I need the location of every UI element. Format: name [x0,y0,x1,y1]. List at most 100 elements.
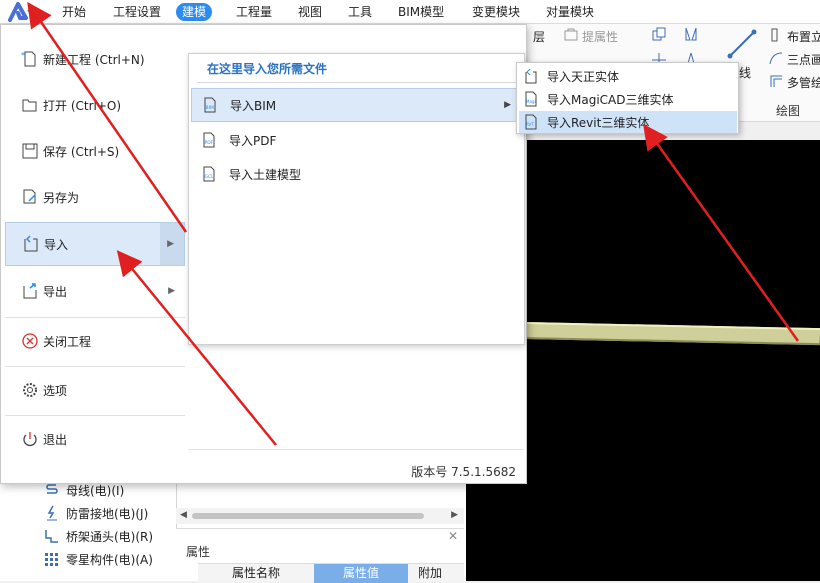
menu-item-exit[interactable]: 退出 [5,417,185,461]
copy-icon[interactable] [651,26,667,42]
tab-change-module[interactable]: 变更模块 [466,3,526,21]
svg-text:Magi: Magi [526,99,536,104]
properties-header-row: 属性名称 属性值 附加 [198,563,464,583]
tab-project-settings[interactable]: 工程设置 [107,3,167,21]
revit-icon: RVT [525,114,537,130]
scroll-left-icon[interactable]: ◀ [180,510,187,520]
place-vertical-label[interactable]: 布置立 [787,28,820,45]
bim-item-revit[interactable]: RVT 导入Revit三维实体 [519,111,737,133]
mirror-icon[interactable] [683,26,699,42]
menu-item-label: 打开 (Ctrl+O) [43,98,122,113]
three-point-arc-icon[interactable] [768,50,784,66]
line-button-label[interactable]: 线 [739,64,751,81]
scrollbar-thumb[interactable] [192,513,424,519]
scroll-right-icon[interactable]: ▶ [451,510,458,520]
menu-divider [5,317,185,318]
app-logo-button[interactable] [4,0,40,22]
tray-joint-icon [45,530,58,543]
column-header-extra: 附加 [417,566,442,580]
line-draw-icon[interactable] [726,28,758,60]
menu-item-new-project[interactable]: * 新建工程 (Ctrl+N) [5,37,185,81]
three-point-arc-label[interactable]: 三点画 [787,51,820,68]
tree-item-label: 防雷接地(电)(J) [66,506,149,521]
menu-item-label: 选项 [43,383,68,398]
menu-item-import[interactable]: 导入 ▶ [5,222,185,266]
export-icon [23,283,37,299]
misc-component-icon [45,553,58,566]
bim-item-magicad[interactable]: Magi 导入MagiCAD三维实体 [519,88,737,110]
tree-item-label: 母线(电)(I) [66,483,125,498]
new-file-icon: * [21,51,36,67]
tab-modeling[interactable]: 建模 [176,3,213,21]
menu-item-label: 另存为 [43,190,80,205]
bim-file-icon: BIM [204,97,216,113]
tab-tools[interactable]: 工具 [342,3,378,21]
tree-item-label: 零星构件(电)(A) [66,552,153,567]
menu-item-label: 导出 [43,284,68,299]
chevron-right-icon: ▶ [168,286,175,296]
menu-item-export[interactable]: 导出 ▶ [5,269,185,313]
import-item-pdf[interactable]: PDF 导入PDF [191,123,522,157]
multi-pipe-icon[interactable] [768,73,784,89]
gear-icon [23,383,37,397]
svg-text:*: * [21,51,25,60]
menu-bar: 开始 工程设置 建模 工程量 视图 工具 BIM模型 变更模块 对量模块 [0,0,820,24]
import-item-label: 导入土建模型 [229,167,302,182]
extract-property-label[interactable]: 提属性 [582,28,618,45]
tab-quantity[interactable]: 工程量 [230,3,278,21]
menu-item-save[interactable]: 保存 (Ctrl+S) [5,129,185,173]
chevron-right-icon: ▶ [167,239,174,249]
tree-item-label: 桥架通头(电)(R) [66,529,154,544]
tab-reconcile-module[interactable]: 对量模块 [540,3,600,21]
magicad-icon: Magi [525,91,537,107]
version-number: 版本号 7.5.1.5682 [411,465,516,479]
lightning-ground-icon [47,505,57,521]
import-panel-title: 在这里导入您所需文件 [207,62,328,76]
menu-item-open[interactable]: 打开 (Ctrl+O) [5,83,185,127]
svg-text:RVT: RVT [526,122,534,127]
bim-item-tangent[interactable]: 导入天正实体 [519,65,737,87]
horizontal-scrollbar[interactable]: ◀ ▶ [176,508,464,524]
import-item-bim[interactable]: BIM 导入BIM ▶ [191,88,522,122]
tree-item-misc-component[interactable]: 零星构件(电)(A) [44,548,153,570]
menu-item-options[interactable]: 选项 [5,368,185,412]
place-vertical-icon[interactable] [768,27,784,43]
close-icon[interactable]: ✕ [448,529,458,543]
bim-submenu: 导入天正实体 Magi 导入MagiCAD三维实体 RVT 导入Revit三维实… [516,62,739,134]
multi-pipe-label[interactable]: 多管绘 [787,74,820,91]
svg-text:PDF: PDF [205,140,214,146]
busbar-icon [46,484,58,494]
panel-divider [197,82,517,83]
tree-item-lightning-ground[interactable]: 防雷接地(电)(J) [44,502,148,524]
tab-start[interactable]: 开始 [56,3,92,21]
tab-bim-model[interactable]: BIM模型 [392,3,450,21]
extract-property-icon [564,28,578,41]
tab-view[interactable]: 视图 [292,3,328,21]
version-divider [188,449,524,450]
save-icon [22,143,38,159]
app-menu: * 新建工程 (Ctrl+N) 打开 (Ctrl+O) 保存 (Ctrl+S) … [0,24,527,484]
bim-item-label: 导入天正实体 [547,69,620,84]
menu-item-label: 保存 (Ctrl+S) [43,144,120,159]
open-folder-icon [22,99,37,112]
bim-item-label: 导入MagiCAD三维实体 [547,92,674,107]
column-header-name: 属性名称 [231,566,280,580]
properties-title: 属性 [186,545,211,559]
import-icon [24,235,38,252]
menu-item-close-project[interactable]: 关闭工程 [5,319,185,363]
properties-panel: 属性 ✕ 属性名称 属性值 附加 [176,528,464,583]
import-item-civil-model[interactable]: GCL 导入土建模型 [191,157,522,191]
svg-text:BIM: BIM [206,105,214,111]
import-item-label: 导入PDF [229,133,277,148]
pdf-file-icon: PDF [203,132,215,148]
component-tree: 母线(电)(I) 防雷接地(电)(J) 桥架通头(电)(R) 零星构件(电)(A… [0,470,176,581]
menu-item-label: 新建工程 (Ctrl+N) [43,52,145,67]
menu-item-save-as[interactable]: 另存为 [5,175,185,219]
tree-item-tray-joint[interactable]: 桥架通头(电)(R) [44,525,153,547]
column-header-value: 属性值 [314,564,408,583]
power-icon [23,432,37,447]
save-as-icon [23,189,36,204]
import-panel: 在这里导入您所需文件 BIM 导入BIM ▶ PDF 导入PDF GCL 导入土… [188,53,525,345]
menu-divider [5,366,185,367]
layer-button-label[interactable]: 层 [533,28,545,45]
